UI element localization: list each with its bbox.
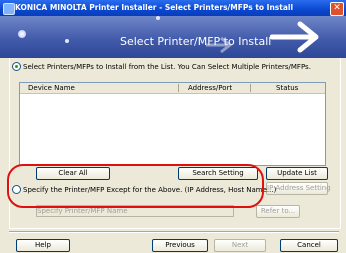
update-list-button[interactable]: Update List [266, 167, 328, 180]
column-divider [178, 84, 179, 92]
arrow-right-icon [270, 21, 319, 53]
title-bar: KONICA MINOLTA Printer Installer - Selec… [0, 0, 346, 16]
radio-selected-icon[interactable] [12, 62, 21, 71]
bullet-dot-icon [156, 16, 160, 20]
footer-divider [9, 231, 339, 233]
header-banner: Select Printer/MFP to Install [0, 16, 346, 58]
banner-heading: Select Printer/MFP to Install [120, 35, 272, 48]
bullet-dot-icon [65, 39, 69, 43]
next-button[interactable]: Next [214, 239, 266, 252]
column-divider [250, 84, 251, 92]
column-status[interactable]: Status [276, 84, 298, 92]
option-list-radio[interactable]: Select Printers/MFPs to Install from the… [12, 62, 311, 71]
option-list-label: Select Printers/MFPs to Install from the… [23, 62, 311, 71]
highlight-ellipse [7, 164, 264, 208]
previous-button[interactable]: Previous [152, 239, 208, 252]
device-list-header: Device Name Address/Port Status [20, 83, 325, 94]
refer-to-button[interactable]: Refer to... [256, 205, 300, 218]
app-icon [3, 3, 15, 15]
cancel-button[interactable]: Cancel [280, 239, 338, 252]
column-device-name[interactable]: Device Name [28, 84, 75, 92]
column-address-port[interactable]: Address/Port [188, 84, 232, 92]
help-button[interactable]: Help [16, 239, 70, 252]
window-title: KONICA MINOLTA Printer Installer - Selec… [15, 3, 294, 12]
device-list[interactable]: Device Name Address/Port Status [19, 82, 326, 166]
bullet-dot-icon [18, 30, 26, 38]
close-icon[interactable]: ✕ [330, 2, 344, 16]
